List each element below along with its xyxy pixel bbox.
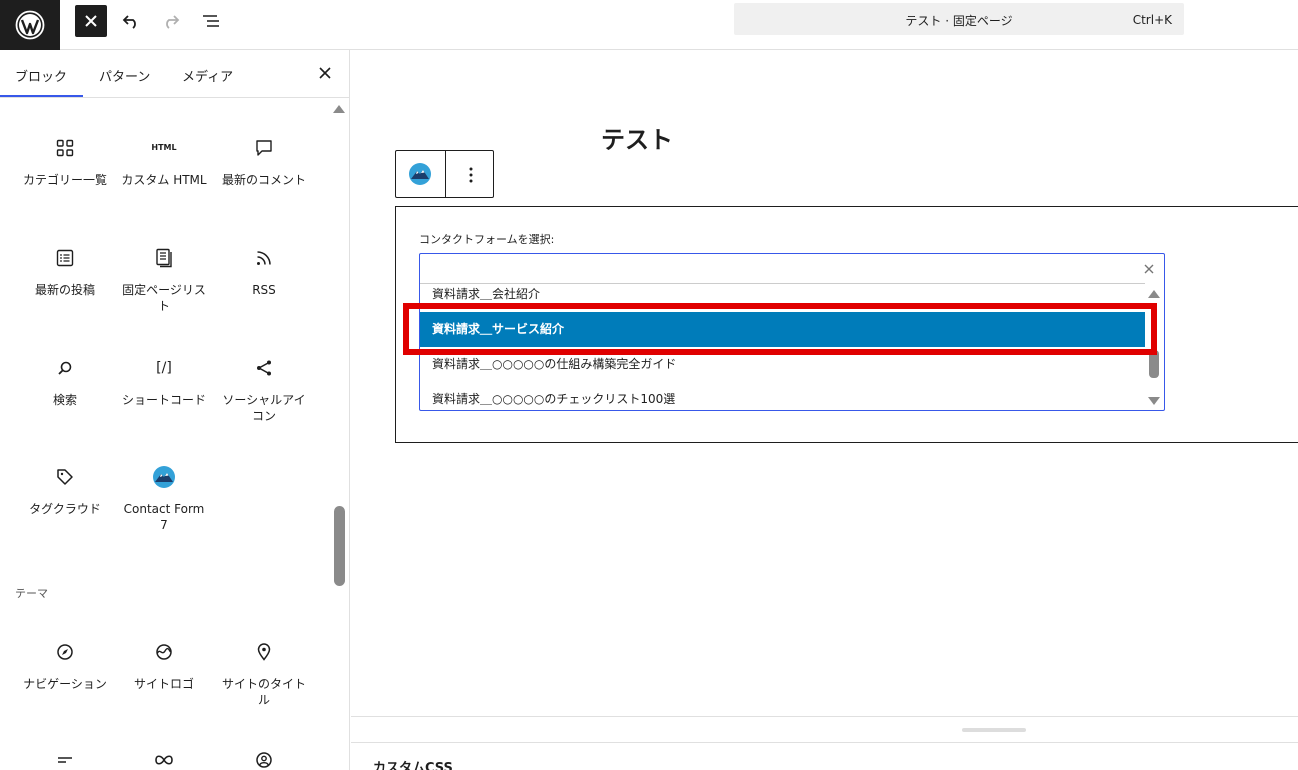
shortcut-hint: Ctrl+K <box>1132 13 1172 27</box>
grid-icon <box>53 136 77 160</box>
block-label: 最新のコメント <box>221 173 306 187</box>
form-option[interactable]: 資料請求＿○○○○○のチェックリスト100選 <box>420 382 1145 410</box>
block-label: カスタム HTML <box>121 173 207 187</box>
block-label: 固定ページリスト <box>122 283 206 313</box>
block-label: RSS <box>252 283 276 297</box>
close-icon <box>319 67 331 79</box>
block-tag-cloud[interactable]: タグクラウド <box>20 465 110 517</box>
rss-icon <box>252 246 276 270</box>
clear-selection-button[interactable] <box>1140 260 1158 278</box>
html-icon: HTML <box>151 143 177 152</box>
compass-icon <box>53 640 77 664</box>
tag-icon <box>53 465 77 489</box>
block-site-logo[interactable]: サイトロゴ <box>119 640 209 692</box>
document-overview-button[interactable] <box>195 5 227 37</box>
site-logo-icon <box>152 640 176 664</box>
block-navigation[interactable]: ナビゲーション <box>20 640 110 692</box>
close-inserter-button[interactable] <box>75 5 107 37</box>
sidebar-scrollbar-thumb[interactable] <box>334 506 345 586</box>
command-palette-bar[interactable]: テスト · 固定ページ Ctrl+K <box>734 3 1184 35</box>
block-label: サイトのタイトル <box>221 677 306 707</box>
list-scroll-up-arrow[interactable] <box>1148 290 1160 298</box>
block-contact-form-7[interactable]: Contact Form 7 <box>119 465 209 533</box>
loop-icon <box>152 748 176 770</box>
document-title: テスト · 固定ページ <box>905 14 1013 28</box>
block-tagline[interactable] <box>20 748 110 770</box>
block-search[interactable]: 検索 <box>20 356 110 408</box>
undo-icon <box>122 15 136 29</box>
share-icon <box>252 356 276 380</box>
block-latest-posts[interactable]: 最新の投稿 <box>20 246 110 298</box>
meta-boxes-area: カスタムCSS <box>351 716 1298 770</box>
block-label: サイトロゴ <box>133 677 194 691</box>
tab-patterns[interactable]: パターン <box>99 66 150 85</box>
close-icon <box>85 15 97 27</box>
block-inserter-sidebar: ブロック パターン メディア カテゴリー一覧 HTML カスタム HTML 最新… <box>0 50 350 770</box>
contact-form-select-label: コンタクトフォームを選択: <box>419 233 555 246</box>
shortcode-icon: [/] <box>156 360 172 376</box>
post-list-icon <box>53 246 77 270</box>
list-view-icon <box>203 15 219 27</box>
search-icon <box>53 356 77 380</box>
custom-css-heading[interactable]: カスタムCSS <box>373 757 453 770</box>
block-label: ナビゲーション <box>23 677 107 691</box>
map-pin-icon <box>252 640 276 664</box>
undo-button[interactable] <box>115 5 147 37</box>
active-tab-indicator <box>0 95 83 97</box>
user-circle-icon <box>252 748 276 770</box>
block-query-loop[interactable] <box>119 748 209 770</box>
block-site-title[interactable]: サイトのタイトル <box>219 640 309 708</box>
annotation-highlight-box <box>403 303 1157 355</box>
more-vertical-icon <box>469 167 473 183</box>
list-scroll-down-arrow[interactable] <box>1148 397 1160 405</box>
scrollbar-up-arrow[interactable] <box>333 105 345 113</box>
block-label: カテゴリー一覧 <box>22 173 107 187</box>
resize-handle[interactable] <box>962 728 1026 732</box>
block-label: 検索 <box>52 393 77 407</box>
page-list-icon <box>152 246 176 270</box>
block-page-list[interactable]: 固定ページリスト <box>119 246 209 314</box>
theme-section-heading: テーマ <box>15 587 48 600</box>
redo-button[interactable] <box>155 5 187 37</box>
meta-divider <box>351 742 1298 743</box>
block-label: Contact Form 7 <box>123 502 205 532</box>
toolbar-divider <box>445 151 446 197</box>
editor-canvas: テスト コンタクトフォームを選択: 資料請求＿会社紹介 資料請求＿サービス紹介 … <box>351 50 1298 716</box>
comment-icon <box>252 136 276 160</box>
tab-media[interactable]: メディア <box>182 66 233 85</box>
more-options-button[interactable] <box>456 163 486 187</box>
block-custom-html[interactable]: HTML カスタム HTML <box>119 136 209 188</box>
close-sidebar-button[interactable] <box>314 62 336 84</box>
contact-form-7-icon <box>409 163 431 185</box>
contact-form-7-icon <box>152 465 176 489</box>
block-categories[interactable]: カテゴリー一覧 <box>20 136 110 188</box>
block-label: ソーシャルアイコン <box>222 393 306 423</box>
tab-blocks[interactable]: ブロック <box>15 66 67 85</box>
block-label: 最新の投稿 <box>34 283 95 297</box>
block-label: タグクラウド <box>29 502 101 516</box>
block-label: ショートコード <box>121 393 206 407</box>
block-toolbar <box>395 150 494 198</box>
block-type-button[interactable] <box>408 162 432 190</box>
editor-header: テスト · 固定ページ Ctrl+K <box>0 0 1298 50</box>
inserter-tabs: ブロック パターン メディア <box>0 50 349 98</box>
close-icon <box>1144 264 1154 274</box>
block-social-icons[interactable]: ソーシャルアイコン <box>219 356 309 424</box>
wordpress-logo-icon[interactable] <box>0 0 60 50</box>
page-title[interactable]: テスト <box>601 120 673 155</box>
text-lines-icon <box>53 748 77 770</box>
block-shortcode[interactable]: [/] ショートコード <box>119 356 209 408</box>
block-latest-comments[interactable]: 最新のコメント <box>219 136 309 188</box>
block-login-logout[interactable] <box>219 748 309 770</box>
block-rss[interactable]: RSS <box>219 246 309 298</box>
redo-icon <box>166 15 180 29</box>
